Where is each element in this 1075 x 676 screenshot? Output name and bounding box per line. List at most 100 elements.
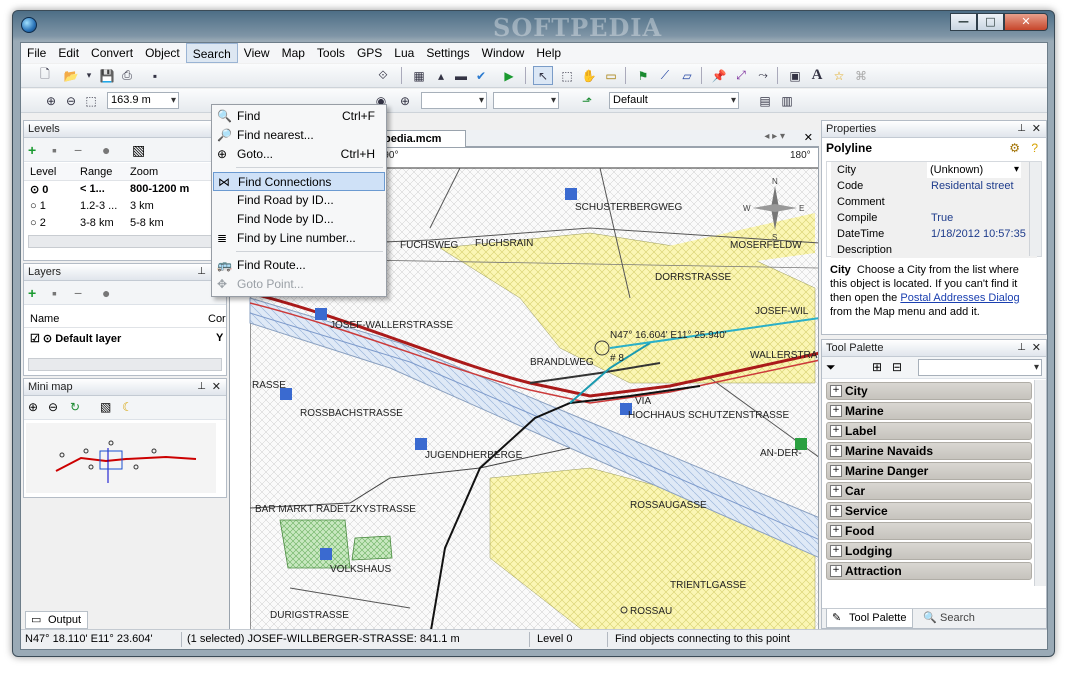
pin-icon[interactable]: 📌 [709,66,729,85]
close-icon[interactable]: ✕ [1032,340,1041,356]
zoom-in-icon[interactable]: ⊕ [41,91,61,110]
close-button[interactable]: ✕ [1004,13,1048,31]
split-icon[interactable]: ⤳ [753,66,773,85]
pointer-icon[interactable]: ↖ [533,66,553,85]
edit-icon[interactable]: ▪ [52,285,57,301]
layer-combo[interactable] [421,92,487,109]
globe-app-icon[interactable] [21,17,37,33]
polygon-icon[interactable]: ▱ [677,66,697,85]
menu-item-find-by-line[interactable]: ≣ Find by Line number... [213,229,385,248]
remove-icon[interactable]: − [74,142,82,158]
window-cascade-icon[interactable]: ▥ [777,91,797,110]
minimap-view[interactable] [26,423,216,493]
title-bar[interactable]: SOFTPEDIA — □ ✕ [13,11,1054,43]
list-item[interactable]: ☑ ⊙ Default layer Y [24,330,226,347]
refresh-icon[interactable]: ↻ [70,400,80,414]
open-folder-icon[interactable]: 📂 [61,66,81,85]
menu-item-goto[interactable]: ⊕ Goto... Ctrl+H [213,145,385,164]
layers-icon[interactable]: ▧ [100,400,111,414]
window-tile-icon[interactable]: ▤ [755,91,775,110]
table-row[interactable]: ○ 1 1.2-3 ... 3 km [24,198,226,215]
palette-category-city[interactable]: City [826,382,1032,400]
property-row[interactable]: Compile True [831,210,1037,226]
maximize-button[interactable]: □ [977,13,1004,31]
target-icon[interactable]: ⊕ [395,91,415,110]
flag-icon[interactable]: ⚑ [633,66,653,85]
expand-icon[interactable]: ⊞ [872,360,882,374]
palette-category-food[interactable]: Food [826,522,1032,540]
menu-tools[interactable]: Tools [311,43,351,63]
close-icon[interactable]: ✕ [804,131,813,144]
menu-window[interactable]: Window [476,43,531,63]
zoom-in-icon[interactable]: ⊕ [28,400,38,414]
layers-hscrollbar[interactable] [28,358,222,371]
property-row[interactable]: City (Unknown) ▾ [831,162,1037,178]
remove-icon[interactable]: − [74,285,82,301]
dropdown-arrow-icon[interactable]: ▾ [79,66,99,85]
select-tool-icon[interactable]: ⟐ [373,66,393,85]
scale-combo[interactable]: 163.9 m [107,92,179,109]
erase-icon[interactable]: ▬ [451,66,471,85]
table-row[interactable]: ⊙ 0 < 1... 800-1200 m [24,181,226,198]
menu-item-find-nearest[interactable]: 🔎 Find nearest... [213,126,385,145]
menu-object[interactable]: Object [139,43,186,63]
route-arrow-icon[interactable]: ⬏ [577,91,597,110]
save-icon[interactable]: 💾 [97,66,117,85]
image-icon[interactable]: ▣ [785,66,805,85]
palette-scrollbar[interactable] [1034,380,1046,586]
polyline-icon[interactable]: ⟋ [655,66,675,85]
edit-icon[interactable]: ▪ [52,142,57,158]
palette-category-marine[interactable]: Marine [826,402,1032,420]
cut-icon[interactable]: ▪ [145,66,165,85]
palette-category-car[interactable]: Car [826,482,1032,500]
text-label-icon[interactable]: A [807,66,827,85]
star-icon[interactable]: ☆ [829,66,849,85]
pin-icon[interactable]: ⊥ [197,379,206,395]
node-edit-icon[interactable]: ⤢ [731,66,751,85]
menu-item-find-connections[interactable]: ⋈ Find Connections [213,172,385,191]
play-icon[interactable]: ▶ [499,66,519,85]
menu-search[interactable]: Search [185,43,238,63]
menu-settings[interactable]: Settings [420,43,475,63]
menu-item-find-route[interactable]: 🚌 Find Route... [213,256,385,275]
property-row[interactable]: Description [831,242,1037,258]
menu-map[interactable]: Map [276,43,311,63]
check-circle-icon[interactable]: ● [102,142,110,158]
palette-filter-combo[interactable] [918,359,1042,376]
style-combo[interactable]: Default [609,92,739,109]
new-file-icon[interactable]: 🗋 [35,66,55,85]
tool-dropdown-icon[interactable]: ▴ [431,66,451,85]
palette-category-lodging[interactable]: Lodging [826,542,1032,560]
pin-icon[interactable]: ⊥ [1017,121,1026,137]
level-combo[interactable] [493,92,559,109]
zoom-area-icon[interactable]: ⬚ [81,91,101,110]
filter-icon[interactable]: ⏷ [826,360,836,375]
link-icon[interactable]: ⌘ [851,66,871,85]
zoom-out-icon[interactable]: ⊖ [48,400,58,414]
menu-lua[interactable]: Lua [388,43,420,63]
check-icon[interactable]: ✔ [471,66,491,85]
menu-item-find-road-by-id[interactable]: Find Road by ID... [213,191,385,210]
moon-icon[interactable]: ☾ [122,400,133,414]
menu-item-find-node-by-id[interactable]: Find Node by ID... [213,210,385,229]
table-row[interactable]: ○ 2 3-8 km 5-8 km [24,215,226,232]
hand-pan-icon[interactable]: ✋ [579,66,599,85]
pin-icon[interactable]: ⊥ [1017,340,1026,356]
tab-scroll-icon[interactable]: ◂ ▸ ▾ [764,131,785,142]
levels-settings-icon[interactable]: ▧ [132,142,145,159]
levels-hscrollbar[interactable] [28,235,222,248]
tab-output[interactable]: ▭ Output [25,611,89,629]
palette-category-marine-navaids[interactable]: Marine Navaids [826,442,1032,460]
grid-icon[interactable]: ▦ [409,66,429,85]
add-icon[interactable]: + [28,285,36,301]
menu-help[interactable]: Help [530,43,567,63]
menu-gps[interactable]: GPS [351,43,388,63]
minimize-button[interactable]: — [950,13,977,31]
add-icon[interactable]: + [28,142,36,158]
help-icon[interactable]: ? [1031,141,1038,155]
palette-category-label[interactable]: Label [826,422,1032,440]
menu-convert[interactable]: Convert [85,43,139,63]
property-row[interactable]: Comment [831,194,1037,210]
property-row[interactable]: DateTime1/18/2012 10:57:35 AM [831,226,1037,256]
print-icon[interactable]: ⎙ [117,66,137,85]
